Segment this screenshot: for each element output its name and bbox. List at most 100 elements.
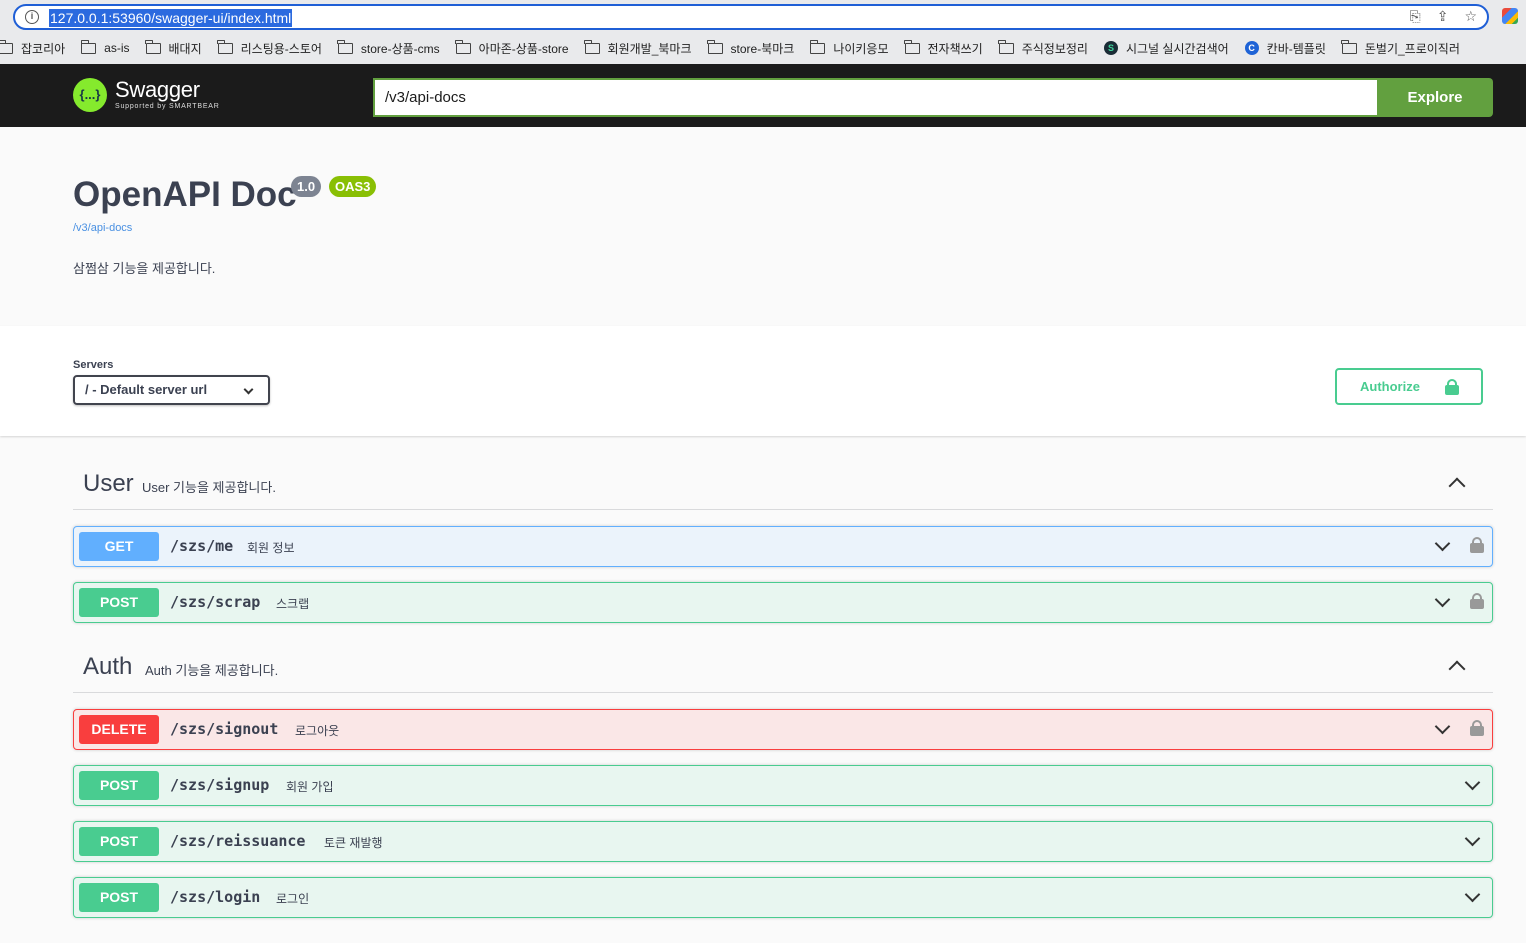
swagger-logo-icon: {...} [73,78,107,112]
lock-icon[interactable] [1470,720,1484,736]
tag-section-user[interactable]: User User 기능을 제공합니다. [73,460,1493,510]
share-icon[interactable]: ⇪ [1437,8,1449,25]
bookmark-item[interactable]: 전자책쓰기 [904,39,983,57]
operation-summary: 회원 정보 [247,541,295,555]
folder-icon [217,39,233,54]
bookmark-item[interactable]: store-북마크 [707,39,795,57]
bookmark-item[interactable]: 나이키응모 [809,39,889,57]
folder-icon [904,39,920,54]
tag-description: Auth 기능을 제공합니다. [145,663,279,678]
api-docs-link[interactable]: /v3/api-docs [73,222,132,234]
logo-subtitle: Supported by SMARTBEAR [115,103,220,110]
bookmark-item[interactable]: S 시그널 실시간검색어 [1103,40,1229,57]
operation-summary: 로그인 [276,892,310,906]
signal-icon: S [1103,41,1118,55]
lock-icon[interactable] [1470,537,1484,553]
operation-summary: 로그아웃 [295,724,340,738]
api-description: 삼쩜삼 기능을 제공합니다. [73,261,216,276]
logo-title: Swagger [115,77,200,102]
servers-label: Servers [73,359,114,371]
folder-icon [809,39,826,54]
operation-post-scrap[interactable]: POST/szs/scrap 스크랩 [73,582,1493,623]
tag-section-auth[interactable]: Auth Auth 기능을 제공합니다. [73,643,1493,693]
method-badge: DELETE [79,715,159,744]
bookmark-item[interactable]: 주식정보정리 [998,39,1088,57]
operation-delete-signout[interactable]: DELETE/szs/signout 로그아웃 [73,709,1493,750]
translate-icon[interactable]: ⎘ [1410,8,1421,25]
operation-post-signup[interactable]: POST/szs/signup 회원 가입 [73,765,1493,806]
address-bar-actions: ⎘ ⇪ ☆ [1410,8,1478,25]
folder-icon [337,39,353,54]
bookmark-label: 시그널 실시간검색어 [1125,41,1229,56]
folder-icon [0,39,13,54]
bookmark-label: 칸바-템플릿 [1266,41,1326,56]
method-badge: GET [79,532,159,561]
bookmark-label: 잡코리아 [21,41,66,56]
address-bar[interactable]: i 127.0.0.1:53960/swagger-ui/index.html … [13,4,1489,30]
bookmark-label: 회원개발_북마크 [607,41,692,56]
version-badge: 1.0 [291,176,322,197]
method-badge: POST [79,827,159,856]
bookmarks-bar: 잡코리아 as-is 배대지 리스팅용-스토어 store-상품-cms 아마존-상품-s… [0,38,1476,58]
bookmark-item[interactable]: 돈벌기_프로이직러 [1341,39,1460,57]
operation-summary: 스크랩 [276,597,310,611]
operation-post-reissuance[interactable]: POST/szs/reissuance 토큰 재발행 [73,821,1493,862]
bookmark-label: 주식정보정리 [1021,41,1088,56]
operation-post-login[interactable]: POST/szs/login 로그인 [73,877,1493,918]
servers-select[interactable]: / - Default server url [73,375,270,405]
operation-path: /szs/scrap [170,593,261,611]
bookmark-label: 리스팅용-스토어 [240,41,322,56]
method-badge: POST [79,588,159,617]
bookmark-label: 돈벌기_프로이직러 [1364,41,1460,56]
operation-path: /szs/login [170,888,261,906]
folder-icon [455,39,471,54]
folder-icon [584,39,600,54]
url-text[interactable]: 127.0.0.1:53960/swagger-ui/index.html [49,9,293,27]
operation-get-me[interactable]: GET/szs/me 회원 정보 [73,526,1493,567]
oas-badge: OAS3 [329,176,377,197]
canva-icon: C [1244,41,1259,55]
bookmark-label: 아마존-상품-store [478,41,569,56]
chevron-up-icon[interactable] [1448,477,1466,495]
star-icon[interactable]: ☆ [1464,8,1477,25]
authorize-button[interactable]: Authorize [1335,368,1483,405]
api-info: OpenAPI Doc 1.0 OAS3 /v3/api-docs 삼쩜삼 기능… [0,127,1526,326]
bookmark-item[interactable]: 아마존-상품-store [455,39,569,57]
folder-icon [998,39,1014,54]
bookmark-item[interactable]: 리스팅용-스토어 [217,39,322,57]
explore-button[interactable]: Explore [1377,78,1493,117]
bookmark-item[interactable]: 회원개발_북마크 [584,39,692,57]
bookmark-item[interactable]: C 칸바-템플릿 [1244,40,1326,57]
chevron-down-icon[interactable] [1434,591,1451,608]
chevron-down-icon[interactable] [1464,830,1481,847]
method-badge: POST [79,883,159,912]
operation-path: /szs/me [170,537,234,555]
bookmark-label: as-is [104,41,130,55]
chevron-up-icon[interactable] [1448,660,1466,678]
servers-selected: / - Default server url [85,382,208,397]
api-docs-url-input[interactable] [373,78,1379,117]
operation-path: /szs/signup [170,776,270,794]
bookmark-label: 전자책쓰기 [927,41,983,56]
bookmark-item[interactable]: store-상품-cms [337,39,440,57]
operation-path: /szs/reissuance [170,832,306,850]
operation-path: /szs/signout [170,720,279,738]
chevron-down-icon[interactable] [1434,535,1451,552]
lock-icon[interactable] [1470,593,1484,609]
tag-name: User [83,470,134,497]
site-info-icon[interactable]: i [25,10,39,24]
tag-name: Auth [83,653,133,680]
operation-summary: 토큰 재발행 [324,836,383,850]
bookmark-item[interactable]: 배대지 [145,39,202,57]
scheme-container: Servers / - Default server url Authorize [0,326,1526,436]
chevron-down-icon[interactable] [1464,886,1481,903]
bookmark-item[interactable]: as-is [80,39,130,55]
folder-icon [707,39,723,54]
extension-icon[interactable] [1502,8,1518,24]
folder-icon [1341,39,1357,54]
bookmark-item[interactable]: 잡코리아 [0,39,66,57]
bookmark-label: store-북마크 [730,41,795,56]
chevron-down-icon[interactable] [1434,718,1451,735]
chevron-down-icon[interactable] [1464,774,1481,791]
swagger-logo[interactable]: {...} Swagger Supported by SMARTBEAR [73,78,220,112]
